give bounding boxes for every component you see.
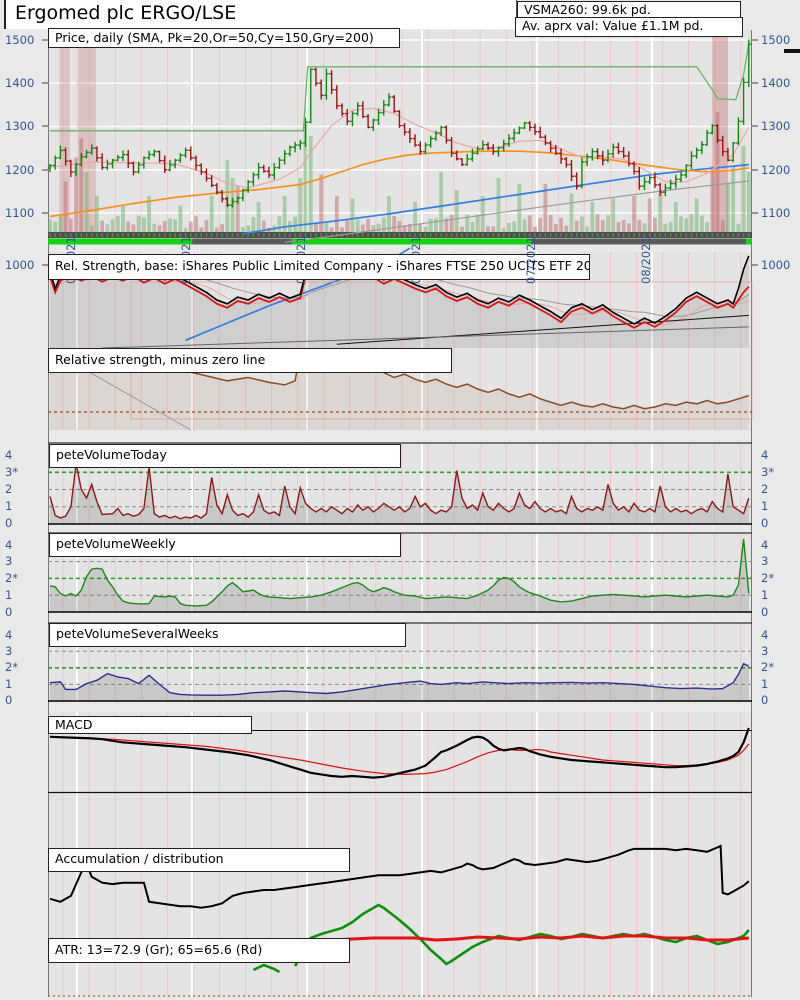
acc-dist-panel-label[interactable]: Accumulation / distribution xyxy=(48,848,350,872)
price-axis-label-left: 1500 xyxy=(5,33,35,47)
price-axis-label-left: 1200 xyxy=(5,163,35,177)
vol-weekly-panel-label[interactable]: peteVolumeWeekly xyxy=(49,533,401,557)
macd-panel-label[interactable]: MACD xyxy=(48,716,252,734)
vol-today-panel-label[interactable]: peteVolumeToday xyxy=(49,444,401,468)
price-axis-label-right: 1200 xyxy=(761,163,791,177)
vol-several-axis-label-left: 1 xyxy=(5,677,13,691)
atr-panel-label[interactable]: ATR: 13=72.9 (Gr); 65=65.6 (Rd) xyxy=(48,938,350,963)
vol-today-axis-label-right: 2 xyxy=(761,482,769,496)
date-label: 07/2021 xyxy=(524,236,538,284)
price-axis-label-right: 1400 xyxy=(761,76,791,90)
price-axis-label-left: 1300 xyxy=(5,119,35,133)
price-axis-label-right: 1500 xyxy=(761,33,791,47)
vol-weekly-axis-label-right: 4 xyxy=(761,538,769,552)
rel-strength-panel-label[interactable]: Rel. Strength, base: iShares Public Limi… xyxy=(48,254,590,280)
vol-several-axis-label-right: 4 xyxy=(761,628,769,642)
price-axis-label-left: 1400 xyxy=(5,76,35,90)
vol-several-axis-label-left: 4 xyxy=(5,628,13,642)
price-axis-label-left: 1000 xyxy=(5,258,35,272)
vol-several-axis-label-left: 2* xyxy=(5,660,19,674)
date-label: 08/2021 xyxy=(639,236,653,284)
price-panel-label[interactable]: Price, daily (SMA, Pk=20,Or=50,Cy=150,Gr… xyxy=(48,28,400,48)
vol-weekly-axis-label-left: 2* xyxy=(5,571,19,585)
vol-weekly-axis-label-right: 3 xyxy=(761,554,769,568)
vol-today-axis-label-left: 1 xyxy=(5,499,13,513)
instrument-title[interactable]: Ergomed plc ERGO/LSE xyxy=(4,0,517,29)
vol-today-axis-label-left: 3* xyxy=(5,465,19,479)
rs-zero-panel-label[interactable]: Relative strength, minus zero line xyxy=(48,348,452,373)
vol-several-axis-label-right: 1 xyxy=(761,677,769,691)
vol-weekly-axis-label-right: 1 xyxy=(761,588,769,602)
vol-several-axis-label-right: 0 xyxy=(761,693,769,707)
vol-several-axis-label-left: 0 xyxy=(5,693,13,707)
price-axis-label-right: 1100 xyxy=(761,206,791,220)
avg-value-info-box[interactable]: Av. aprx val: Value £1.1M pd. xyxy=(515,17,743,37)
vol-several-weeks-panel-label[interactable]: peteVolumeSeveralWeeks xyxy=(49,623,406,647)
vol-today-axis-label-left: 4 xyxy=(5,448,13,462)
vol-weekly-axis-label-right: 0 xyxy=(761,605,769,619)
vol-several-axis-label-right: 2* xyxy=(761,660,775,674)
vol-weekly-axis-label-left: 1 xyxy=(5,588,13,602)
vol-several-axis-label-left: 3 xyxy=(5,644,13,658)
vol-today-axis-label-right: 0 xyxy=(761,516,769,530)
vol-several-axis-label-right: 3 xyxy=(761,644,769,658)
vol-today-axis-label-right: 1 xyxy=(761,499,769,513)
vol-today-axis-label-left: 2 xyxy=(5,482,13,496)
chart-window: Ergomed plc ERGO/LSE VSMA260: 99.6k pd. … xyxy=(0,0,800,1000)
price-axis-label-right: 1300 xyxy=(761,119,791,133)
price-axis-label-right: 1000 xyxy=(761,258,791,272)
vol-today-axis-label-right: 4 xyxy=(761,448,769,462)
vol-today-axis-label-right: 3* xyxy=(761,465,775,479)
vol-weekly-axis-label-left: 3 xyxy=(5,554,13,568)
price-axis-label-left: 1100 xyxy=(5,206,35,220)
vol-weekly-axis-label-right: 2* xyxy=(761,571,775,585)
vol-weekly-axis-label-left: 0 xyxy=(5,605,13,619)
vol-weekly-axis-label-left: 4 xyxy=(5,538,13,552)
vol-today-axis-label-left: 0 xyxy=(5,516,13,530)
